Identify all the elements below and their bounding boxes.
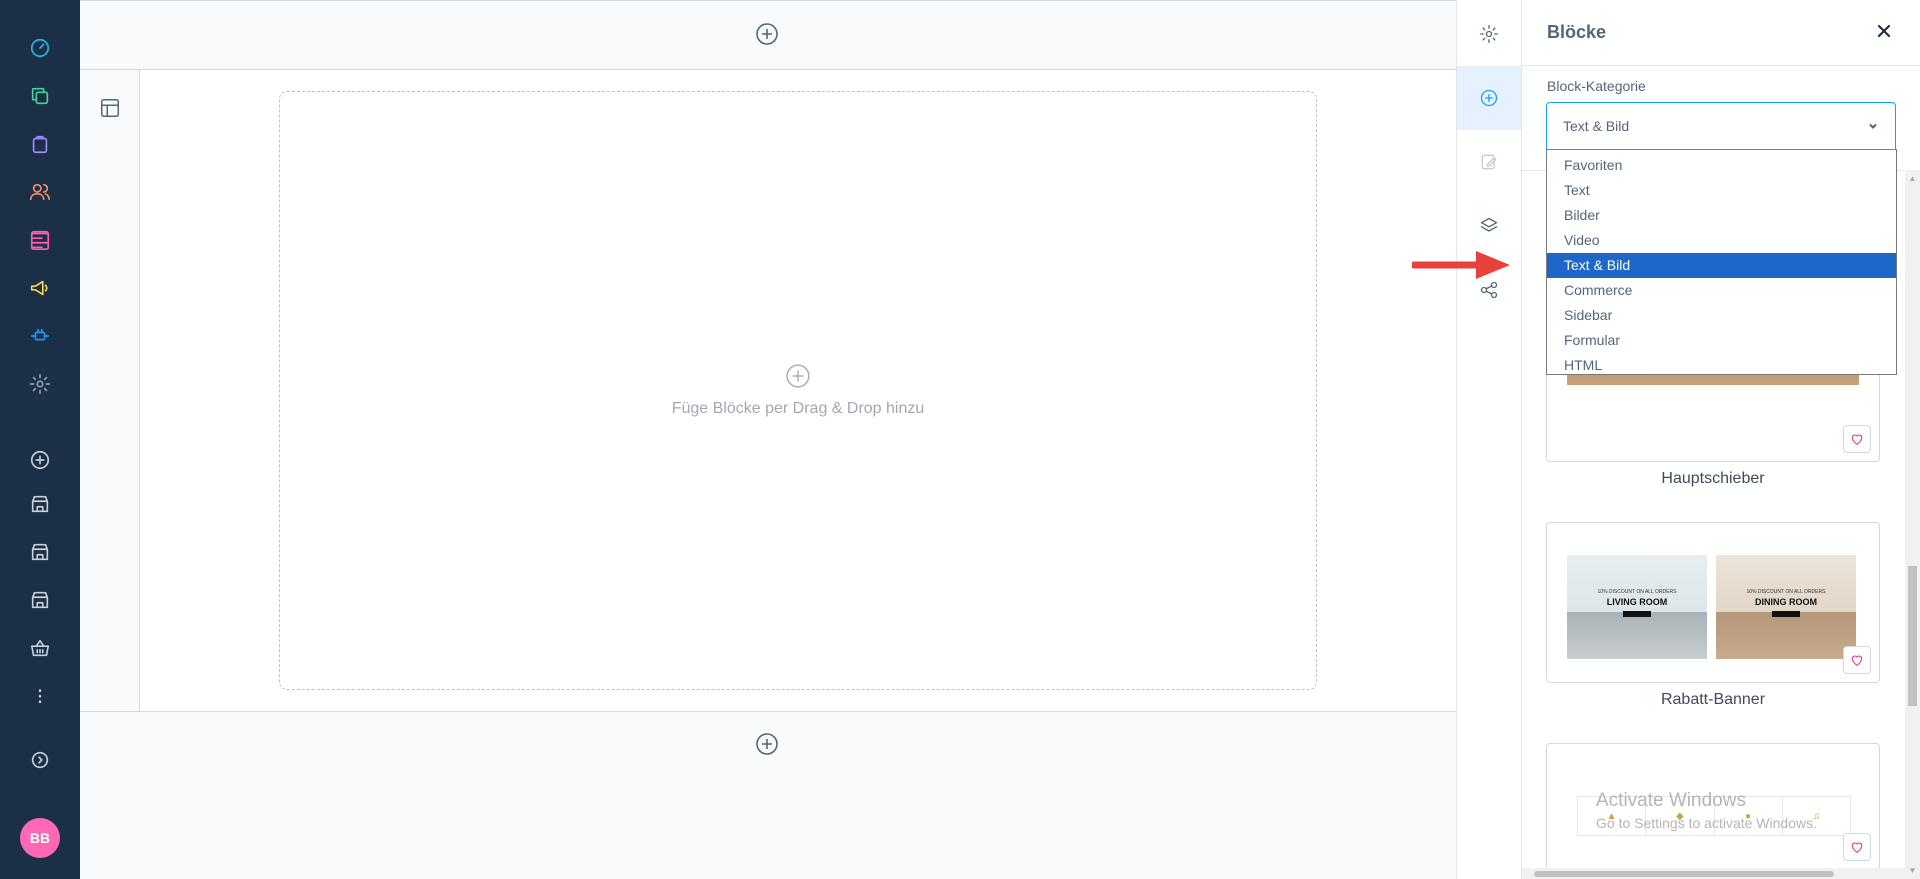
category-option-bilder[interactable]: Bilder: [1547, 203, 1896, 228]
canvas-bottom-area: [80, 711, 1456, 879]
watermark-subtitle: Go to Settings to activate Windows.: [1596, 815, 1817, 831]
orders-icon[interactable]: [28, 132, 52, 156]
blocks-panel: Blöcke Block-Kategorie Text & Bild Haupt…: [1522, 0, 1920, 879]
gear-icon: [1480, 25, 1498, 43]
heart-icon: [1851, 655, 1863, 667]
tab-edit[interactable]: [1457, 130, 1521, 194]
share-icon: [1480, 281, 1498, 299]
favorite-button[interactable]: [1843, 646, 1871, 674]
storefront-icon[interactable]: [28, 588, 52, 612]
avatar[interactable]: BB: [20, 818, 60, 858]
category-option-commerce[interactable]: Commerce: [1547, 278, 1896, 303]
extensions-icon[interactable]: [28, 324, 52, 348]
panel-header: Blöcke: [1522, 0, 1920, 66]
watermark-title: Activate Windows: [1596, 790, 1746, 811]
heart-icon: [1851, 434, 1863, 446]
category-option-text-bild[interactable]: Text & Bild: [1547, 253, 1896, 278]
dashboard-icon[interactable]: [28, 36, 52, 60]
basket-icon[interactable]: [28, 636, 52, 660]
section-layout-icon[interactable]: [99, 97, 121, 119]
customers-icon[interactable]: [28, 180, 52, 204]
dropzone-hint: Füge Blöcke per Drag & Drop hinzu: [671, 400, 925, 417]
panel-vertical-scrollbar[interactable]: ▲ ▼: [1905, 170, 1920, 879]
storefront-icon[interactable]: [28, 492, 52, 516]
category-option-sidebar[interactable]: Sidebar: [1547, 303, 1896, 328]
heart-icon: [1851, 842, 1863, 854]
block-preview-image: 10% DISCOUNT ON ALL ORDERS DINING ROOM: [1716, 555, 1856, 659]
category-dropdown-list: Favoriten Text Bilder Video Text & Bild …: [1546, 149, 1897, 375]
tab-blocks[interactable]: [1457, 66, 1521, 130]
panel-title: Blöcke: [1547, 22, 1607, 42]
add-circle-icon: [1480, 89, 1498, 107]
favorite-button[interactable]: [1843, 425, 1871, 453]
category-option-video[interactable]: Video: [1547, 228, 1896, 253]
block-card-label: Hauptschieber: [1661, 470, 1765, 487]
add-block-icon: [785, 363, 811, 394]
marketing-icon[interactable]: [28, 276, 52, 300]
windows-activation-watermark: Activate Windows Go to Settings to activ…: [1596, 790, 1817, 831]
block-card-discount-banner[interactable]: 10% DISCOUNT ON ALL ORDERS LIVING ROOM 1…: [1546, 522, 1880, 683]
category-select[interactable]: Text & Bild: [1546, 102, 1896, 150]
panel-horizontal-scrollbar[interactable]: [1522, 868, 1905, 879]
block-card-label: Rabatt-Banner: [1660, 691, 1766, 708]
close-icon: [1877, 24, 1891, 37]
category-option-html[interactable]: HTML: [1547, 353, 1896, 378]
canvas-top-area: [80, 0, 1456, 70]
edit-icon: [1481, 154, 1497, 170]
category-option-text[interactable]: Text: [1547, 178, 1896, 203]
chevron-down-icon: [1869, 123, 1877, 129]
add-section-top-icon[interactable]: [755, 22, 779, 46]
add-icon[interactable]: [28, 448, 52, 472]
close-button[interactable]: [1876, 23, 1896, 43]
category-option-formular[interactable]: Formular: [1547, 328, 1896, 353]
block-preview-image: 10% DISCOUNT ON ALL ORDERS LIVING ROOM: [1567, 555, 1707, 659]
settings-icon[interactable]: [28, 372, 52, 396]
content-icon[interactable]: [28, 228, 52, 252]
category-label: Block-Kategorie: [1547, 78, 1646, 94]
annotation-arrow-icon: [1412, 251, 1510, 279]
category-option-favoriten[interactable]: Favoriten: [1547, 153, 1896, 178]
tab-settings[interactable]: [1457, 2, 1521, 66]
category-select-value: Text & Bild: [1563, 118, 1630, 134]
storefront-icon[interactable]: [28, 540, 52, 564]
layers-icon: [1480, 217, 1498, 232]
block-dropzone[interactable]: Füge Blöcke per Drag & Drop hinzu: [279, 91, 1317, 690]
add-section-bottom-icon[interactable]: [755, 732, 779, 756]
favorite-button[interactable]: [1843, 833, 1871, 861]
expand-navigation-icon[interactable]: [28, 748, 52, 772]
section-toolbar: [80, 70, 140, 711]
sidebar-tabs: [1456, 0, 1522, 879]
catalog-icon[interactable]: [28, 84, 52, 108]
more-icon[interactable]: [28, 684, 52, 708]
main-navigation: BB: [0, 0, 80, 879]
